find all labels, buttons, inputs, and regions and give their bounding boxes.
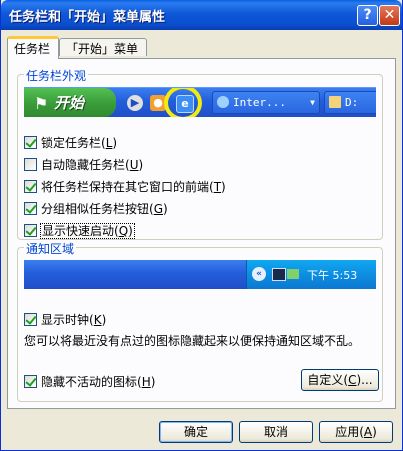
button-label: 取消: [263, 425, 288, 439]
option-label: 显示时钟: [41, 313, 90, 327]
hide-inactive-checkbox[interactable]: [24, 375, 37, 388]
hotkey-label: G: [153, 202, 164, 216]
hotkey-label: C: [348, 373, 357, 387]
ie-icon: [217, 96, 229, 108]
clock-preview: 下午 5:53: [307, 269, 358, 282]
keep-on-top-checkbox[interactable]: [24, 180, 37, 193]
hotkey-label: H: [141, 375, 151, 389]
notification-description: 您可以将最近没有点过的图标隐藏起来以便保持通知区域不乱。: [24, 334, 361, 348]
start-button-preview: ⚑ 开始: [24, 88, 116, 117]
start-label: 开始: [54, 94, 85, 112]
network-icon: [272, 268, 286, 281]
title-bar[interactable]: 任务栏和「开始」菜单属性 ? ✕: [1, 0, 402, 30]
hotkey-label: T: [213, 180, 222, 194]
lock-taskbar-option[interactable]: 锁定任务栏(L): [24, 134, 117, 150]
hotkey-label: K: [93, 313, 102, 327]
auto-hide-checkbox[interactable]: [24, 158, 37, 171]
option-label: 将任务栏保持在其它窗口的前端: [41, 180, 210, 194]
quick-launch-option[interactable]: 显示快速启动(Q): [24, 222, 135, 239]
taskbar-preview: ⚑ 开始 ▶ ● e Inter... ▼ D:: [24, 87, 376, 117]
auto-hide-option[interactable]: 自动隐藏任务栏(U): [24, 156, 143, 172]
option-label: 锁定任务栏: [41, 136, 102, 150]
option-label: 显示快速启动: [42, 224, 115, 238]
notification-area-group: 通知区域 « 下午 5:53 显示时钟(K) 您可以将最近没有点过的图标隐藏起来…: [17, 240, 383, 402]
cancel-button[interactable]: 取消: [239, 421, 313, 443]
hotkey-label: U: [129, 158, 139, 172]
group-title: 通知区域: [24, 240, 77, 257]
notification-tray: « 下午 5:53: [246, 260, 376, 289]
group-buttons-checkbox[interactable]: [24, 202, 37, 215]
chevron-left-icon: «: [252, 267, 266, 281]
windows-flag-icon: ⚑: [34, 94, 49, 113]
help-button[interactable]: ?: [357, 5, 378, 26]
tab-panel: 任务栏外观 ⚑ 开始 ▶ ● e Inter... ▼ D: 锁定任务栏(L) …: [7, 58, 396, 409]
window-title: 任务栏和「开始」菜单属性: [9, 10, 166, 25]
hide-inactive-option[interactable]: 隐藏不活动的图标(H): [24, 373, 155, 389]
folder-icon: [329, 96, 341, 108]
lock-taskbar-checkbox[interactable]: [24, 136, 37, 149]
dropdown-arrow-icon: ▼: [310, 98, 315, 107]
option-label: 自动隐藏任务栏: [41, 158, 126, 172]
hotkey-label: A: [363, 425, 373, 439]
hotkey-label: L: [105, 136, 113, 150]
volume-icon: [287, 269, 299, 279]
show-clock-option[interactable]: 显示时钟(K): [24, 311, 106, 327]
taskbar-item-label: Inter...: [233, 96, 286, 109]
group-title: 任务栏外观: [24, 67, 89, 84]
hotkey-label: Q: [118, 224, 129, 238]
button-label: 自定义: [307, 373, 344, 387]
media-player-icon: ▶: [127, 95, 143, 111]
taskbar-appearance-group: 任务栏外观 ⚑ 开始 ▶ ● e Inter... ▼ D: 锁定任务栏(L) …: [17, 67, 383, 240]
taskbar-item-ie: Inter... ▼: [212, 91, 320, 114]
tab-taskbar[interactable]: 任务栏: [7, 36, 59, 59]
button-label: 确定: [183, 425, 208, 439]
close-button[interactable]: ✕: [379, 5, 400, 26]
show-clock-checkbox[interactable]: [24, 313, 37, 326]
keep-on-top-option[interactable]: 将任务栏保持在其它窗口的前端(T): [24, 178, 226, 194]
quick-launch-checkbox[interactable]: [24, 224, 37, 237]
apply-button[interactable]: 应用(A): [319, 421, 393, 443]
group-buttons-option[interactable]: 分组相似任务栏按钮(G): [24, 200, 168, 216]
option-label: 隐藏不活动的图标: [41, 375, 138, 389]
taskbar-item-folder: D:: [324, 91, 376, 114]
tab-start-menu[interactable]: 「开始」菜单: [59, 38, 147, 56]
focused-option-label: 显示快速启动(Q): [40, 223, 135, 239]
button-label: 应用: [335, 425, 360, 439]
option-label: 分组相似任务栏按钮: [41, 202, 150, 216]
tray-preview: « 下午 5:53: [24, 260, 376, 289]
taskbar-item-label: D:: [345, 96, 359, 109]
properties-window: 任务栏和「开始」菜单属性 ? ✕ 任务栏 「开始」菜单 任务栏外观 ⚑ 开始 ▶…: [0, 0, 403, 451]
highlight-circle: [164, 88, 202, 117]
ok-button[interactable]: 确定: [159, 421, 233, 443]
customize-button[interactable]: 自定义(C)...: [301, 369, 379, 391]
